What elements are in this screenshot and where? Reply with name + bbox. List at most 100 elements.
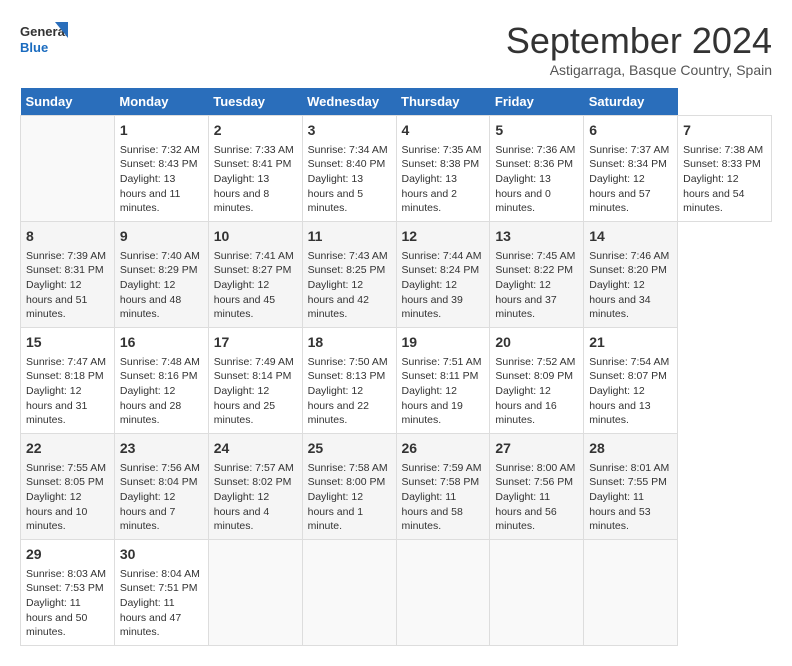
daylight-text: Daylight: 12 hours and 42 minutes.	[308, 279, 369, 320]
daylight-text: Daylight: 13 hours and 0 minutes.	[495, 173, 550, 214]
calendar-cell: 29 Sunrise: 8:03 AM Sunset: 7:53 PM Dayl…	[21, 540, 115, 646]
sunset-text: Sunset: 8:36 PM	[495, 158, 573, 170]
sunrise-text: Sunrise: 7:48 AM	[120, 356, 200, 368]
sunset-text: Sunset: 8:40 PM	[308, 158, 386, 170]
day-number: 29	[26, 545, 109, 565]
sunset-text: Sunset: 7:58 PM	[402, 476, 480, 488]
calendar-cell: 26 Sunrise: 7:59 AM Sunset: 7:58 PM Dayl…	[396, 434, 490, 540]
calendar-cell: 11 Sunrise: 7:43 AM Sunset: 8:25 PM Dayl…	[302, 222, 396, 328]
calendar-cell: 18 Sunrise: 7:50 AM Sunset: 8:13 PM Dayl…	[302, 328, 396, 434]
day-number: 14	[589, 227, 672, 247]
logo-svg: General Blue	[20, 20, 70, 64]
calendar-cell: 1 Sunrise: 7:32 AM Sunset: 8:43 PM Dayli…	[114, 116, 208, 222]
week-row-1: 8 Sunrise: 7:39 AM Sunset: 8:31 PM Dayli…	[21, 222, 772, 328]
header-saturday: Saturday	[584, 88, 678, 116]
sunrise-text: Sunrise: 8:01 AM	[589, 462, 669, 474]
sunset-text: Sunset: 8:11 PM	[402, 370, 479, 382]
calendar-cell: 25 Sunrise: 7:58 AM Sunset: 8:00 PM Dayl…	[302, 434, 396, 540]
sunrise-text: Sunrise: 7:49 AM	[214, 356, 294, 368]
calendar-cell: 20 Sunrise: 7:52 AM Sunset: 8:09 PM Dayl…	[490, 328, 584, 434]
daylight-text: Daylight: 12 hours and 51 minutes.	[26, 279, 87, 320]
sunrise-text: Sunrise: 7:56 AM	[120, 462, 200, 474]
title-area: September 2024 Astigarraga, Basque Count…	[506, 20, 772, 78]
header-tuesday: Tuesday	[208, 88, 302, 116]
sunrise-text: Sunrise: 7:45 AM	[495, 250, 575, 262]
calendar-cell: 16 Sunrise: 7:48 AM Sunset: 8:16 PM Dayl…	[114, 328, 208, 434]
day-number: 8	[26, 227, 109, 247]
daylight-text: Daylight: 12 hours and 28 minutes.	[120, 385, 181, 426]
sunset-text: Sunset: 8:22 PM	[495, 264, 573, 276]
calendar-cell: 9 Sunrise: 7:40 AM Sunset: 8:29 PM Dayli…	[114, 222, 208, 328]
calendar-cell	[208, 540, 302, 646]
calendar-cell: 30 Sunrise: 8:04 AM Sunset: 7:51 PM Dayl…	[114, 540, 208, 646]
logo: General Blue	[20, 20, 70, 64]
sunrise-text: Sunrise: 7:43 AM	[308, 250, 388, 262]
calendar-cell	[490, 540, 584, 646]
sunrise-text: Sunrise: 7:38 AM	[683, 144, 763, 156]
daylight-text: Daylight: 12 hours and 57 minutes.	[589, 173, 650, 214]
calendar-cell: 28 Sunrise: 8:01 AM Sunset: 7:55 PM Dayl…	[584, 434, 678, 540]
daylight-text: Daylight: 12 hours and 10 minutes.	[26, 491, 87, 532]
day-number: 25	[308, 439, 391, 459]
daylight-text: Daylight: 12 hours and 19 minutes.	[402, 385, 463, 426]
location-subtitle: Astigarraga, Basque Country, Spain	[506, 62, 772, 78]
sunset-text: Sunset: 8:31 PM	[26, 264, 104, 276]
day-number: 4	[402, 121, 485, 141]
calendar-cell: 8 Sunrise: 7:39 AM Sunset: 8:31 PM Dayli…	[21, 222, 115, 328]
calendar-cell: 13 Sunrise: 7:45 AM Sunset: 8:22 PM Dayl…	[490, 222, 584, 328]
sunset-text: Sunset: 8:07 PM	[589, 370, 667, 382]
calendar-cell: 5 Sunrise: 7:36 AM Sunset: 8:36 PM Dayli…	[490, 116, 584, 222]
sunrise-text: Sunrise: 7:55 AM	[26, 462, 106, 474]
daylight-text: Daylight: 13 hours and 2 minutes.	[402, 173, 457, 214]
svg-text:Blue: Blue	[20, 40, 48, 55]
daylight-text: Daylight: 12 hours and 1 minute.	[308, 491, 363, 532]
day-number: 5	[495, 121, 578, 141]
week-row-3: 22 Sunrise: 7:55 AM Sunset: 8:05 PM Dayl…	[21, 434, 772, 540]
calendar-cell: 2 Sunrise: 7:33 AM Sunset: 8:41 PM Dayli…	[208, 116, 302, 222]
header-wednesday: Wednesday	[302, 88, 396, 116]
header-monday: Monday	[114, 88, 208, 116]
header-row: SundayMondayTuesdayWednesdayThursdayFrid…	[21, 88, 772, 116]
sunset-text: Sunset: 7:51 PM	[120, 582, 198, 594]
sunset-text: Sunset: 8:38 PM	[402, 158, 480, 170]
day-number: 19	[402, 333, 485, 353]
sunset-text: Sunset: 7:56 PM	[495, 476, 573, 488]
calendar-cell: 17 Sunrise: 7:49 AM Sunset: 8:14 PM Dayl…	[208, 328, 302, 434]
daylight-text: Daylight: 13 hours and 8 minutes.	[214, 173, 269, 214]
calendar-cell: 22 Sunrise: 7:55 AM Sunset: 8:05 PM Dayl…	[21, 434, 115, 540]
day-number: 12	[402, 227, 485, 247]
sunset-text: Sunset: 7:55 PM	[589, 476, 667, 488]
daylight-text: Daylight: 13 hours and 5 minutes.	[308, 173, 363, 214]
sunrise-text: Sunrise: 8:04 AM	[120, 568, 200, 580]
daylight-text: Daylight: 11 hours and 56 minutes.	[495, 491, 556, 532]
sunset-text: Sunset: 7:53 PM	[26, 582, 104, 594]
sunrise-text: Sunrise: 7:50 AM	[308, 356, 388, 368]
calendar-cell: 6 Sunrise: 7:37 AM Sunset: 8:34 PM Dayli…	[584, 116, 678, 222]
sunrise-text: Sunrise: 7:34 AM	[308, 144, 388, 156]
sunset-text: Sunset: 8:04 PM	[120, 476, 198, 488]
day-number: 21	[589, 333, 672, 353]
sunset-text: Sunset: 8:24 PM	[402, 264, 480, 276]
sunrise-text: Sunrise: 8:00 AM	[495, 462, 575, 474]
sunset-text: Sunset: 8:02 PM	[214, 476, 292, 488]
sunset-text: Sunset: 8:25 PM	[308, 264, 386, 276]
day-number: 3	[308, 121, 391, 141]
sunset-text: Sunset: 8:18 PM	[26, 370, 104, 382]
day-number: 18	[308, 333, 391, 353]
sunrise-text: Sunrise: 7:37 AM	[589, 144, 669, 156]
sunset-text: Sunset: 8:14 PM	[214, 370, 292, 382]
daylight-text: Daylight: 12 hours and 48 minutes.	[120, 279, 181, 320]
calendar-cell: 23 Sunrise: 7:56 AM Sunset: 8:04 PM Dayl…	[114, 434, 208, 540]
daylight-text: Daylight: 12 hours and 39 minutes.	[402, 279, 463, 320]
calendar-cell	[302, 540, 396, 646]
sunrise-text: Sunrise: 7:52 AM	[495, 356, 575, 368]
daylight-text: Daylight: 12 hours and 37 minutes.	[495, 279, 556, 320]
sunset-text: Sunset: 8:41 PM	[214, 158, 292, 170]
daylight-text: Daylight: 12 hours and 4 minutes.	[214, 491, 269, 532]
daylight-text: Daylight: 13 hours and 11 minutes.	[120, 173, 181, 214]
sunset-text: Sunset: 8:29 PM	[120, 264, 198, 276]
sunrise-text: Sunrise: 7:58 AM	[308, 462, 388, 474]
calendar-cell: 12 Sunrise: 7:44 AM Sunset: 8:24 PM Dayl…	[396, 222, 490, 328]
sunset-text: Sunset: 8:33 PM	[683, 158, 761, 170]
page-header: General Blue September 2024 Astigarraga,…	[20, 20, 772, 78]
